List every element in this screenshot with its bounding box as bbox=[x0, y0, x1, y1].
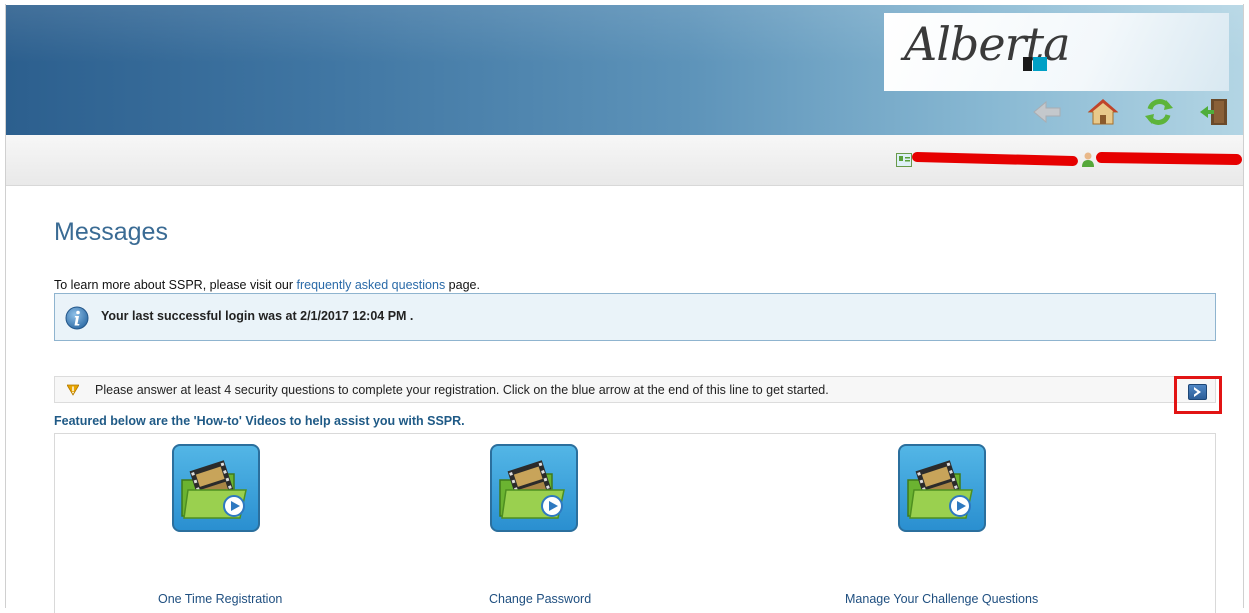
user-bar bbox=[6, 135, 1243, 186]
video-folder-icon bbox=[898, 444, 986, 532]
refresh-icon[interactable] bbox=[1142, 95, 1176, 129]
video-thumbnail-change-password[interactable] bbox=[490, 444, 580, 538]
faq-link[interactable]: frequently asked questions bbox=[296, 278, 445, 292]
chevron-right-icon bbox=[1194, 387, 1201, 397]
warning-icon bbox=[66, 383, 80, 396]
faq-prefix: To learn more about SSPR, please visit o… bbox=[54, 278, 297, 292]
alberta-logo[interactable]: Alberta bbox=[884, 13, 1229, 91]
back-arrow-icon[interactable] bbox=[1030, 95, 1064, 129]
header-toolbar bbox=[1030, 95, 1227, 131]
video-label-one-time-registration[interactable]: One Time Registration bbox=[158, 592, 282, 606]
faq-suffix: page. bbox=[445, 278, 480, 292]
logo-mark-blue bbox=[1033, 57, 1047, 71]
video-folder-icon bbox=[490, 444, 578, 532]
home-icon[interactable] bbox=[1086, 95, 1120, 129]
last-login-text: Your last successful login was at 2/1/20… bbox=[101, 309, 414, 323]
faq-line: To learn more about SSPR, please visit o… bbox=[54, 278, 480, 292]
user-icon bbox=[1081, 151, 1095, 167]
registration-warning-text: Please answer at least 4 security questi… bbox=[95, 383, 829, 397]
logout-door-icon[interactable] bbox=[1198, 95, 1232, 129]
last-login-info-box: Your last successful login was at 2/1/20… bbox=[54, 293, 1216, 341]
video-label-manage-challenge-questions[interactable]: Manage Your Challenge Questions bbox=[845, 592, 1038, 606]
redacted-user-details bbox=[1095, 151, 1243, 166]
video-label-change-password[interactable]: Change Password bbox=[489, 592, 591, 606]
start-registration-arrow-button[interactable] bbox=[1188, 384, 1207, 400]
video-folder-icon bbox=[172, 444, 260, 532]
featured-videos-heading: Featured below are the 'How-to' Videos t… bbox=[54, 414, 465, 428]
registration-warning-bar: Please answer at least 4 security questi… bbox=[54, 376, 1216, 403]
video-thumbnail-one-time-registration[interactable] bbox=[172, 444, 262, 538]
logo-mark-dark bbox=[1023, 57, 1032, 71]
page-title: Messages bbox=[54, 218, 168, 246]
info-icon bbox=[65, 306, 89, 330]
profile-card-icon bbox=[896, 153, 912, 167]
redacted-username bbox=[911, 151, 1079, 167]
video-thumbnail-manage-challenge-questions[interactable] bbox=[898, 444, 988, 538]
